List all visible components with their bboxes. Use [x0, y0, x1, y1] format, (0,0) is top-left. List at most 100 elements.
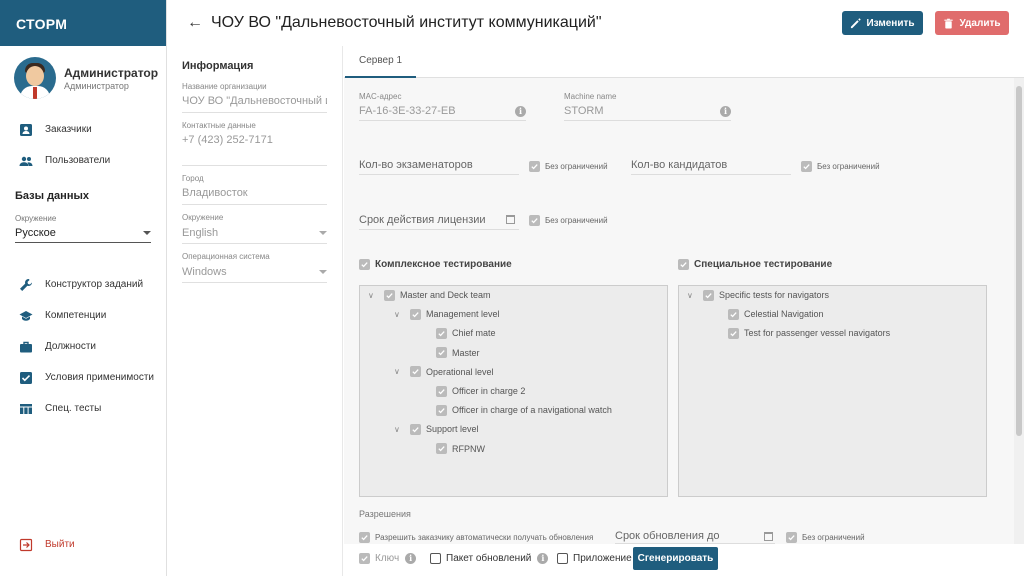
checkbox-checked-icon[interactable] — [728, 308, 739, 320]
calendar-icon[interactable] — [764, 532, 773, 541]
chevron-down-icon[interactable]: ∨ — [687, 291, 697, 300]
candidates-field[interactable]: Кол-во кандидатов — [631, 157, 791, 175]
sidebar-item-label: Пользователи — [45, 155, 111, 166]
logout-label: Выйти — [45, 539, 75, 550]
tree-item-label: Master — [452, 347, 480, 358]
tree-item[interactable]: Master — [420, 346, 480, 360]
user-name: Администратор — [64, 65, 159, 80]
checkbox-checked-icon[interactable] — [436, 327, 447, 339]
generate-bar: Ключ i Пакет обновлений i Приложение Сге… — [344, 544, 1024, 576]
checkbox-checked-icon[interactable] — [436, 443, 447, 455]
checkbox-checked-icon[interactable] — [436, 404, 447, 416]
logout-button[interactable]: Выйти — [0, 529, 166, 560]
complex-testing-toggle[interactable]: Комплексное тестирование — [359, 259, 512, 270]
tree-item-label: Test for passenger vessel navigators — [744, 328, 891, 339]
tree-item[interactable]: ∨ Management level — [394, 307, 500, 321]
key-label: Ключ — [375, 553, 400, 564]
special-testing-toggle[interactable]: Специальное тестирование — [678, 259, 832, 270]
city-label: Город — [182, 174, 204, 183]
city-field: Владивосток — [182, 183, 327, 205]
tree-item[interactable]: Chief mate — [420, 326, 496, 340]
generate-button[interactable]: Сгенерировать — [633, 547, 718, 570]
license-term-field[interactable]: Срок действия лицензии — [359, 212, 519, 230]
tree-item[interactable]: ∨ Operational level — [394, 365, 494, 379]
update-pack-option[interactable]: Пакет обновлений i — [430, 553, 549, 564]
sidebar-item-competencies[interactable]: Компетенции — [0, 300, 166, 331]
back-arrow-icon[interactable]: ← — [187, 14, 203, 32]
tab-server-1[interactable]: Сервер 1 — [345, 46, 417, 78]
os-value: Windows — [182, 265, 227, 278]
sidebar-item-users[interactable]: Пользователи — [0, 145, 166, 176]
info-icon[interactable]: i — [515, 106, 526, 117]
tree-item[interactable]: Test for passenger vessel navigators — [712, 326, 890, 340]
calendar-icon[interactable] — [506, 215, 515, 224]
contacts-label: Контактные данные — [182, 121, 256, 130]
tree-item-label: Specific tests for navigators — [719, 290, 830, 300]
auto-update-toggle[interactable]: Разрешить заказчику автоматически получа… — [359, 532, 593, 543]
tree-item-label: Officer in charge 2 — [452, 386, 526, 396]
pencil-icon — [851, 17, 861, 28]
checkbox-checked-icon[interactable] — [703, 289, 714, 301]
sidebar-item-special-tests[interactable]: Спец. тесты — [0, 393, 166, 424]
examiners-no-limit[interactable]: Без ограничений — [529, 161, 608, 172]
sidebar-item-applicability[interactable]: Условия применимости — [0, 362, 166, 393]
checkbox-checked-icon — [529, 161, 540, 172]
checkbox-checked-icon[interactable] — [728, 327, 739, 339]
application-option[interactable]: Приложение — [557, 553, 632, 564]
chevron-down-icon[interactable]: ∨ — [394, 367, 404, 376]
info-icon[interactable]: i — [537, 553, 549, 564]
sidebar-item-customers[interactable]: Заказчики — [0, 114, 166, 145]
tree-item[interactable]: Officer in charge of a navigational watc… — [420, 403, 612, 417]
tree-item[interactable]: RFPNW — [420, 442, 485, 456]
server-panel: Сервер 1 MAC-адрес FA-16-3E-33-27-EB i M… — [344, 46, 1024, 576]
scrollbar[interactable] — [1014, 78, 1024, 544]
mac-label: MAC-адрес — [359, 92, 402, 101]
tree-item[interactable]: ∨ Master and Deck team — [368, 288, 491, 302]
checkbox-unchecked-icon — [557, 553, 568, 564]
environment-select[interactable]: Русское — [15, 223, 151, 243]
application-label: Приложение — [573, 553, 632, 564]
mac-field: FA-16-3E-33-27-EB — [359, 103, 526, 121]
edit-label: Изменить — [866, 17, 915, 29]
checkbox-checked-icon[interactable] — [436, 385, 447, 397]
environment-field: English — [182, 222, 327, 244]
checkbox-checked-icon[interactable] — [436, 347, 447, 359]
table-icon — [19, 402, 33, 416]
org-name-field: ЧОУ ВО "Дальневосточный институт коммуни… — [182, 91, 327, 113]
checkbox-icon — [19, 371, 33, 385]
examiners-field[interactable]: Кол-во экзаменаторов — [359, 157, 519, 175]
page-header: ← ЧОУ ВО "Дальневосточный институт комму… — [167, 0, 1024, 46]
info-icon[interactable]: i — [720, 106, 731, 117]
checkbox-checked-icon[interactable] — [410, 423, 421, 435]
chevron-down-icon[interactable]: ∨ — [394, 310, 404, 319]
delete-button[interactable]: Удалить — [935, 11, 1009, 35]
candidates-no-limit[interactable]: Без ограничений — [801, 161, 880, 172]
checkbox-checked-icon[interactable] — [410, 308, 421, 320]
chevron-down-icon[interactable]: ∨ — [394, 425, 404, 434]
update-no-limit[interactable]: Без ограничений — [786, 532, 865, 543]
license-no-limit[interactable]: Без ограничений — [529, 215, 608, 226]
briefcase-icon — [19, 340, 33, 354]
info-icon[interactable]: i — [405, 553, 417, 564]
checkbox-checked-icon[interactable] — [384, 289, 395, 301]
sidebar-item-positions[interactable]: Должности — [0, 331, 166, 362]
key-option[interactable]: Ключ i — [359, 553, 417, 564]
checkbox-checked-icon[interactable] — [410, 366, 421, 378]
tree-item-label: Celestial Navigation — [744, 309, 824, 320]
sidebar-item-task-builder[interactable]: Конструктор заданий — [0, 269, 166, 300]
tree-item[interactable]: ∨ Support level — [394, 422, 479, 436]
tree-item-label: Support level — [426, 424, 479, 435]
sidebar: СТОРМ Администратор Администратор Заказч… — [0, 0, 167, 576]
edit-button[interactable]: Изменить — [842, 11, 923, 35]
tree-item[interactable]: ∨ Specific tests for navigators — [687, 288, 829, 302]
scrollbar-thumb[interactable] — [1016, 86, 1022, 436]
chevron-down-icon[interactable]: ∨ — [368, 291, 378, 300]
tree-item[interactable]: Officer in charge 2 — [420, 384, 525, 398]
user-role: Администратор — [64, 80, 129, 91]
info-panel: Информация Название организации ЧОУ ВО "… — [167, 46, 343, 576]
update-until-field[interactable]: Срок обновления до — [615, 530, 775, 544]
tree-item[interactable]: Celestial Navigation — [712, 307, 824, 321]
checkbox-checked-icon — [786, 532, 797, 543]
checkbox-checked-icon — [801, 161, 812, 172]
page-title: ЧОУ ВО "Дальневосточный институт коммуни… — [211, 14, 602, 31]
